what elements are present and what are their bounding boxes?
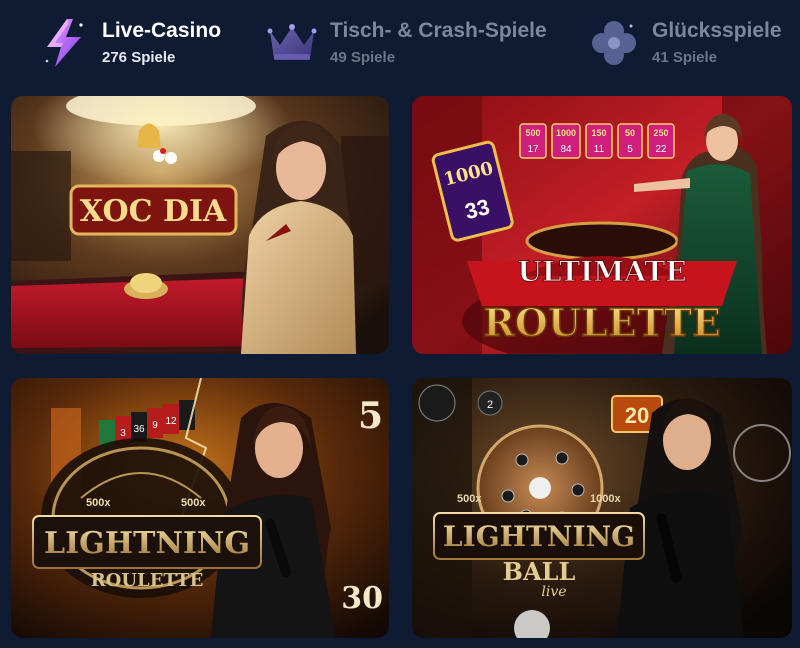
multiplier-left: 500x (457, 493, 482, 505)
game-title-bottom: BALL (503, 557, 576, 586)
ultimate-roulette-artwork: 500 17 1000 84 150 11 50 5 250 22 1000 3… (412, 96, 792, 354)
multiplier-number: 17 (527, 144, 539, 155)
lightning-ball-artwork: 2 20 500x 1000x LIGHTNING BALL live (412, 378, 792, 638)
multiplier-value: 250 (653, 128, 668, 138)
tab-game-count: 49 Spiele (330, 49, 396, 66)
board-number: 36 (133, 424, 145, 435)
board-number: 12 (165, 416, 177, 427)
ball-number: 2 (487, 399, 493, 411)
multiplier-left: 500x (86, 497, 111, 509)
game-card-lightning-ball[interactable]: 2 20 500x 1000x LIGHTNING BALL live (412, 378, 792, 638)
game-title-script: live (541, 584, 566, 600)
multiplier-value: 50 (625, 128, 635, 138)
side-number-top: 5 (358, 395, 383, 437)
multiplier-number: 84 (560, 144, 572, 155)
multiplier-right: 500x (181, 497, 206, 509)
multiplier-value: 1000 (556, 128, 576, 138)
tab-title: Live-Casino (102, 19, 222, 42)
tab-game-count: 276 Spiele (102, 49, 176, 66)
badge-number: 20 (625, 403, 649, 428)
tab-live-casino[interactable]: Live-Casino 276 Spiele (36, 12, 221, 74)
clover-icon (586, 15, 642, 71)
xoc-dia-artwork: XOC DIA (11, 96, 389, 354)
tab-gambling-games[interactable]: Glücksspiele 41 Spiele (586, 12, 782, 74)
board-number: 9 (152, 420, 158, 431)
crown-icon (264, 15, 320, 71)
multiplier-value: 150 (591, 128, 606, 138)
multiplier-number: 5 (627, 144, 633, 155)
game-title-bottom: ROULETTE (91, 570, 204, 591)
game-card-lightning-roulette[interactable]: 3 36 9 12 5 30 500x 500x LIGHTNING ROULE… (11, 378, 389, 638)
side-number-bottom: 30 (341, 581, 383, 616)
multiplier-row: 500 17 1000 84 150 11 50 5 250 22 (519, 123, 675, 159)
game-title-top: LIGHTNING (443, 520, 635, 553)
multiplier-right: 1000x (590, 493, 621, 505)
game-card-ultimate-roulette[interactable]: 500 17 1000 84 150 11 50 5 250 22 1000 3… (412, 96, 792, 354)
game-title-top: LIGHTNING (44, 526, 250, 561)
game-title-top: ULTIMATE (517, 255, 686, 288)
tab-table-crash-games[interactable]: Tisch- & Crash-Spiele 49 Spiele (264, 12, 547, 74)
game-title: XOC DIA (80, 194, 227, 229)
tab-title: Glücksspiele (652, 19, 782, 42)
game-title-bottom: ROULETTE (483, 300, 721, 345)
board-number: 3 (120, 428, 126, 439)
lightning-icon (36, 15, 92, 71)
tab-title: Tisch- & Crash-Spiele (330, 19, 547, 42)
game-card-xoc-dia[interactable]: XOC DIA (11, 96, 389, 354)
category-tabs: Live-Casino 276 Spiele Tisch- & Crash-Sp… (0, 0, 800, 90)
multiplier-number: 11 (594, 144, 605, 155)
multiplier-number: 22 (655, 144, 667, 155)
lightning-roulette-artwork: 3 36 9 12 5 30 500x 500x LIGHTNING ROULE… (11, 378, 389, 638)
multiplier-value: 500 (525, 128, 540, 138)
tab-game-count: 41 Spiele (652, 49, 718, 66)
